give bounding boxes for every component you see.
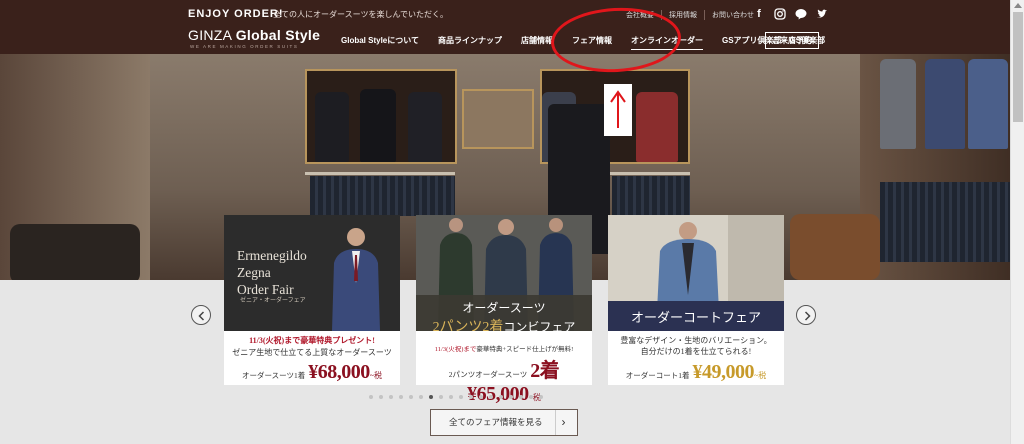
carousel-dot[interactable] <box>529 395 533 399</box>
title-line: Zegna <box>237 265 271 280</box>
fair-card-zegna[interactable]: Ermenegildo Zegna Order Fair ゼニア・オーダーフェア… <box>224 215 400 385</box>
enjoy-order-text: ENJOY ORDER! <box>188 8 284 20</box>
hanger-bar <box>305 172 455 175</box>
carousel-dot[interactable] <box>469 395 473 399</box>
carousel-dot[interactable] <box>419 395 423 399</box>
logo-plain: GINZA <box>188 27 236 43</box>
tagline: 全ての人にオーダースーツを楽しんでいただく。 <box>273 10 449 19</box>
price-label: オーダーコート1着 <box>625 371 690 380</box>
fair-card-2pants[interactable]: オーダースーツ 2パンツ2着コンビフェア 11/3(火祝)まで豪華特典+スピード… <box>416 215 592 405</box>
social-links: f <box>753 8 828 20</box>
price-label: 2パンツオーダースーツ <box>448 370 528 379</box>
chevron-right-icon: › <box>555 410 571 435</box>
carousel-dot[interactable] <box>519 395 523 399</box>
suit-rack <box>612 176 690 216</box>
sofa <box>10 224 140 280</box>
suit-rack <box>880 182 1010 262</box>
line-icon[interactable] <box>795 8 807 20</box>
carousel-dot[interactable] <box>379 395 383 399</box>
jacket-figure <box>925 59 965 149</box>
jacket-figure <box>408 92 442 162</box>
carousel-dot[interactable] <box>389 395 393 399</box>
card-description: 豊富なデザイン・生地のバリエーション。 <box>620 336 772 345</box>
carousel-dot[interactable] <box>479 395 483 399</box>
carousel-dot[interactable] <box>459 395 463 399</box>
nav-about[interactable]: Global Styleについて <box>341 35 419 50</box>
carousel-dot[interactable] <box>439 395 443 399</box>
site-header: ENJOY ORDER! 全ての人にオーダースーツを楽しんでいただく。 GINZ… <box>0 0 1010 54</box>
price-value: ¥49,000 <box>692 361 754 383</box>
card-description: 自分だけの1着を仕立てられる! <box>640 347 752 356</box>
jacket-figure <box>360 89 396 162</box>
carousel-dot[interactable] <box>409 395 413 399</box>
carousel-dot[interactable] <box>369 395 373 399</box>
title-line: Ermenegildo <box>237 248 307 263</box>
jacket-figure <box>636 92 678 162</box>
carousel-prev-button[interactable] <box>191 305 211 325</box>
card-image: オーダーコートフェア <box>608 215 784 331</box>
jacket-figure <box>968 59 1008 149</box>
card-promo-line: 11/3(火祝)まで豪華特典プレゼント! <box>249 336 375 345</box>
price-value: ¥68,000 <box>308 361 370 383</box>
annotation-arrow <box>604 84 632 136</box>
reserve-button[interactable]: ご来店予約 <box>765 32 819 49</box>
price-suffix: ~税 <box>369 371 383 380</box>
promo-date: 11/3(火祝)まで <box>434 346 477 353</box>
nav-stores[interactable]: 店舗情報 <box>521 35 553 50</box>
site-logo[interactable]: GINZA Global Style <box>188 27 320 43</box>
leather-chair <box>790 214 880 280</box>
price-suffix: ~税 <box>753 371 767 380</box>
card-title-sub: 2パンツ2着コンビフェア <box>416 316 592 331</box>
carousel-dot[interactable] <box>499 395 503 399</box>
carousel-dot[interactable] <box>509 395 513 399</box>
logo-bold: Global Style <box>235 27 321 43</box>
all-fairs-label: 全てのフェア情報を見る <box>449 417 543 427</box>
card-title: オーダーコートフェア <box>630 310 761 325</box>
suit-rack <box>310 176 455 216</box>
card-title: Ermenegildo Zegna Order Fair <box>237 247 307 298</box>
carousel-dot[interactable] <box>399 395 403 399</box>
carousel-dot[interactable] <box>539 395 543 399</box>
title-rest: コンビフェア <box>503 320 576 331</box>
hanger-bar <box>610 172 690 175</box>
card-title: オーダースーツ <box>462 301 546 315</box>
display-shelf-center <box>462 89 534 149</box>
card-body: 11/3(火祝)まで豪華特典+スピード仕上げが無料! 2パンツオーダースーツ 2着… <box>416 337 592 405</box>
title-gold: 2パンツ2着 <box>432 320 504 331</box>
page-scrollbar[interactable] <box>1010 0 1024 444</box>
facebook-icon[interactable]: f <box>753 8 765 20</box>
promo-text: 豪華特典+スピード仕上げが無料! <box>476 346 574 353</box>
scroll-thumb[interactable] <box>1013 12 1023 122</box>
card-promo-line: 11/3(火祝)まで豪華特典+スピード仕上げが無料! <box>416 343 592 353</box>
card-subtitle: ゼニア・オーダーフェア <box>240 298 306 304</box>
instagram-icon[interactable] <box>774 8 786 20</box>
card-image: オーダースーツ 2パンツ2着コンビフェア <box>416 215 592 331</box>
carousel-dot[interactable] <box>429 395 433 399</box>
fair-card-coat[interactable]: オーダーコートフェア 豊富なデザイン・生地のバリエーション。 自分だけの1着を仕… <box>608 215 784 385</box>
jacket-figure <box>880 59 916 149</box>
twitter-icon[interactable] <box>816 8 828 20</box>
jacket-figure <box>315 92 349 162</box>
card-body: 11/3(火祝)まで豪華特典プレゼント! ゼニア生地で仕立てる上質なオーダースー… <box>224 331 400 385</box>
scroll-up-icon[interactable] <box>1014 3 1022 8</box>
carousel-dots <box>369 395 543 399</box>
carousel-next-button[interactable] <box>796 305 816 325</box>
carousel-dot[interactable] <box>449 395 453 399</box>
card-image: Ermenegildo Zegna Order Fair ゼニア・オーダーフェア <box>224 215 400 331</box>
logo-subtext: WE ARE MAKING ORDER SUITS <box>190 44 299 49</box>
card-description: ゼニア生地で仕立てる上質なオーダースーツ <box>232 348 392 357</box>
card-price-row: オーダースーツ1着 ¥68,000~税 <box>224 361 400 384</box>
carousel-dot[interactable] <box>489 395 493 399</box>
all-fairs-button[interactable]: 全てのフェア情報を見る › <box>430 409 578 436</box>
card-body: 豊富なデザイン・生地のバリエーション。 自分だけの1着を仕立てられる! オーダー… <box>608 331 784 385</box>
card-price-row: オーダーコート1着 ¥49,000~税 <box>608 361 784 384</box>
suit-model-image <box>332 228 380 331</box>
price-label: オーダースーツ1着 <box>241 371 306 380</box>
nav-lineup[interactable]: 商品ラインナップ <box>438 35 502 50</box>
